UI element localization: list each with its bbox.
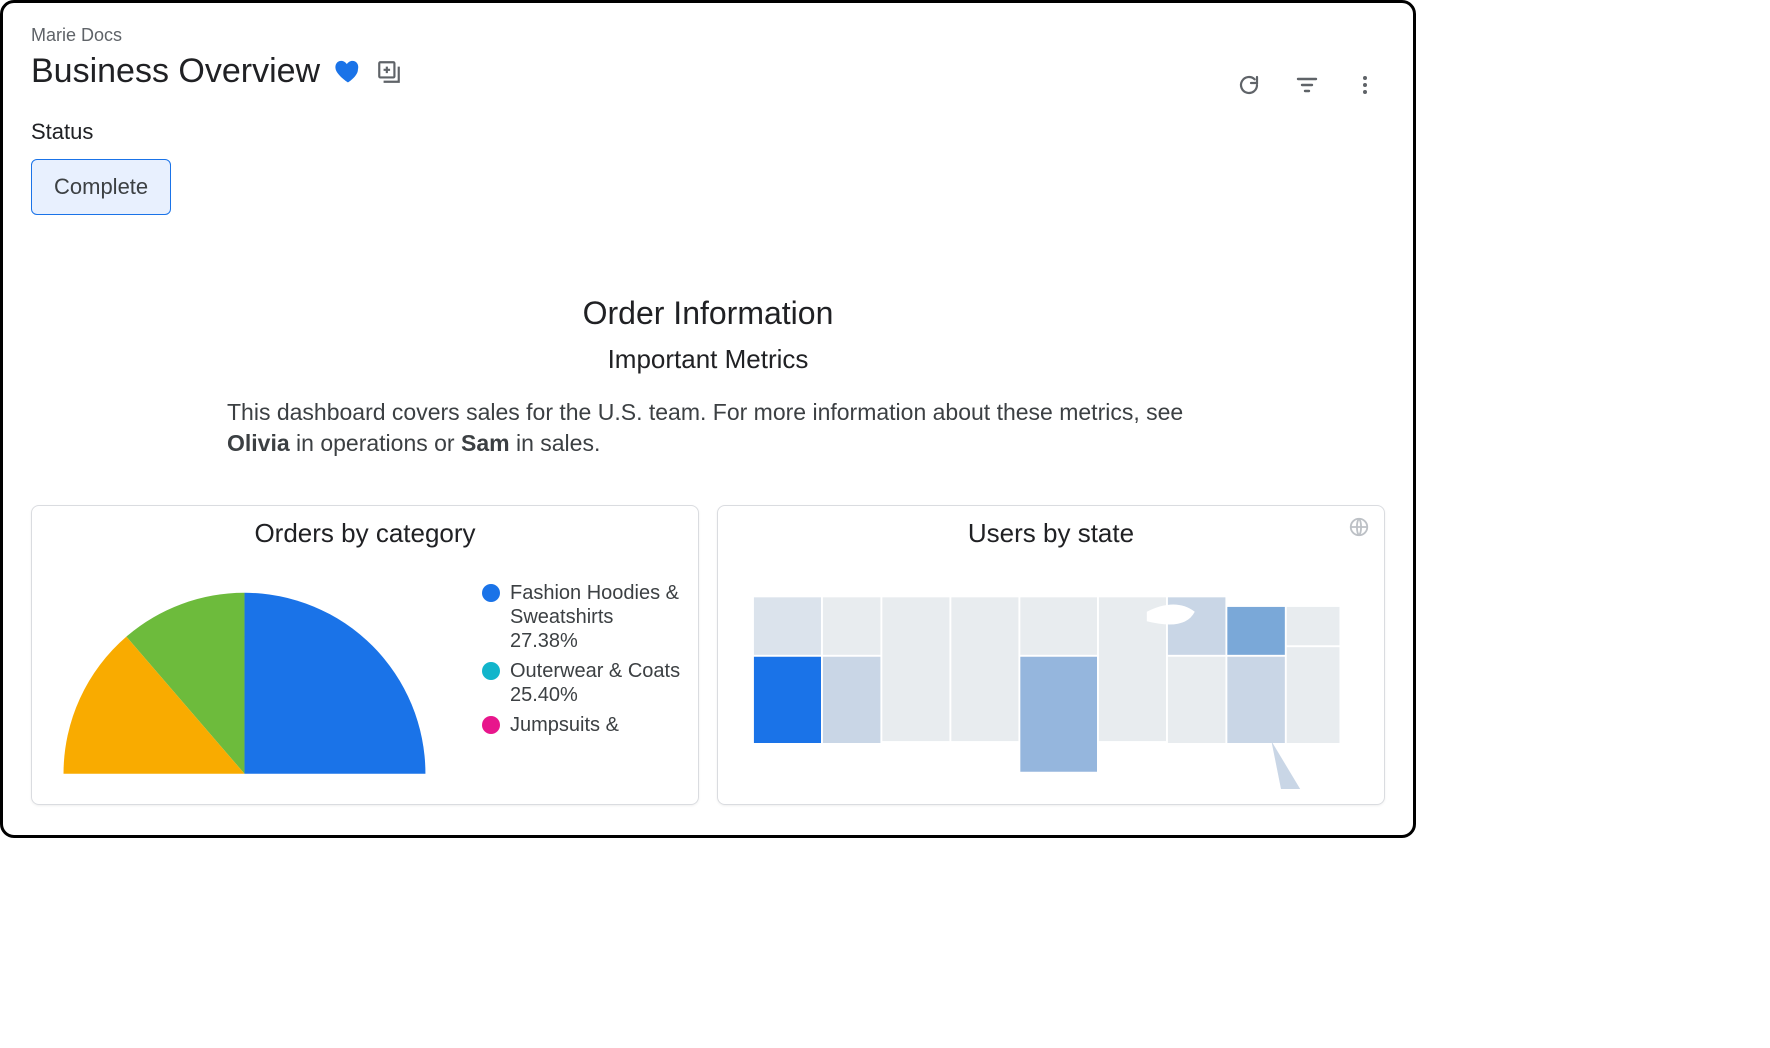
toolbar-right xyxy=(1237,73,1377,97)
status-section: Status Complete xyxy=(3,91,1413,215)
legend-label: Jumpsuits & xyxy=(510,713,619,737)
legend-item[interactable]: Outerwear & Coats 25.40% xyxy=(482,659,682,707)
pie-legend: Fashion Hoodies & Sweatshirts 27.38% Out… xyxy=(482,559,682,743)
legend-dot-icon xyxy=(482,662,500,680)
section-heading: Order Information Important Metrics xyxy=(3,295,1413,375)
status-filter-chip[interactable]: Complete xyxy=(31,159,171,215)
tile-users-by-state[interactable]: Users by state xyxy=(717,505,1385,805)
tile-orders-by-category[interactable]: Orders by category Fashion Hoodies & Swe… xyxy=(31,505,699,805)
pie-chart-container: Fashion Hoodies & Sweatshirts 27.38% Out… xyxy=(48,559,682,779)
legend-label: Fashion Hoodies & Sweatshirts 27.38% xyxy=(510,581,682,653)
desc-person-olivia: Olivia xyxy=(227,430,290,456)
section-title: Order Information xyxy=(3,295,1413,332)
add-tile-icon[interactable] xyxy=(376,59,402,85)
desc-person-sam: Sam xyxy=(461,430,510,456)
pie-chart xyxy=(54,559,454,779)
legend-label: Outerwear & Coats 25.40% xyxy=(510,659,682,707)
dashboard-description: This dashboard covers sales for the U.S.… xyxy=(203,397,1213,459)
page-title: Business Overview xyxy=(31,52,320,91)
tiles-row: Orders by category Fashion Hoodies & Swe… xyxy=(3,459,1413,805)
desc-text: in sales. xyxy=(510,430,601,456)
section-subtitle: Important Metrics xyxy=(3,344,1413,375)
breadcrumb[interactable]: Marie Docs xyxy=(31,25,1385,46)
legend-dot-icon xyxy=(482,584,500,602)
kebab-menu-icon[interactable] xyxy=(1353,73,1377,97)
filter-icon[interactable] xyxy=(1295,73,1319,97)
favorite-heart-icon[interactable] xyxy=(334,58,362,86)
header: Marie Docs Business Overview xyxy=(3,3,1413,91)
tile-title: Users by state xyxy=(734,518,1368,549)
refresh-icon[interactable] xyxy=(1237,73,1261,97)
us-map-chart xyxy=(734,559,1368,789)
legend-item[interactable]: Fashion Hoodies & Sweatshirts 27.38% xyxy=(482,581,682,653)
desc-text: in operations or xyxy=(290,430,461,456)
title-row: Business Overview xyxy=(31,52,1385,91)
globe-icon[interactable] xyxy=(1348,516,1370,543)
legend-dot-icon xyxy=(482,716,500,734)
legend-item[interactable]: Jumpsuits & xyxy=(482,713,682,737)
tile-title: Orders by category xyxy=(48,518,682,549)
status-label: Status xyxy=(31,119,1385,145)
desc-text: This dashboard covers sales for the U.S.… xyxy=(227,399,1183,425)
